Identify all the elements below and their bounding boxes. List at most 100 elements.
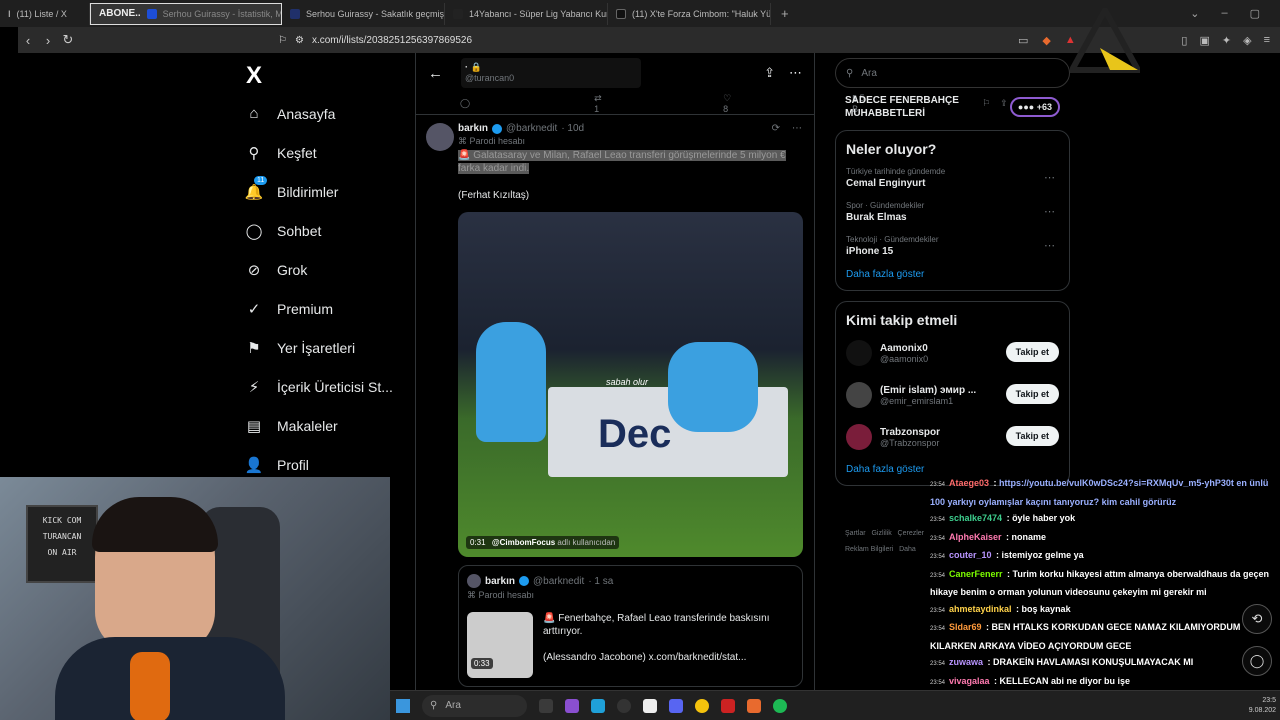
nav-item-premium[interactable]: ✓ Premium	[240, 289, 410, 328]
follow-button[interactable]: Takip et	[1005, 384, 1059, 404]
site-info-icon[interactable]: ⚙	[295, 35, 304, 46]
chat-username[interactable]: CanerFenerr	[949, 569, 1003, 579]
chat-username[interactable]: zuwawa	[949, 657, 983, 667]
quoted-tweet[interactable]: barkın @barknedit · 1 sa ⌘ Parodi hesabı…	[458, 565, 803, 687]
chat-username[interactable]: couter_10	[949, 550, 992, 560]
bookmark-icon[interactable]: ⚐	[278, 35, 287, 46]
follow-suggestion[interactable]: (Emir islam) эмир ... @emir_emirslam1 Tak…	[846, 380, 1059, 410]
retweet-button[interactable]: ⇄ 1	[594, 93, 661, 114]
follow-button[interactable]: Takip et	[1005, 426, 1059, 446]
tab-list-icon[interactable]: ⌄	[1190, 7, 1199, 20]
author-name[interactable]: barkın	[458, 123, 488, 134]
chat-message: 23:54 CanerFenerr : Turim korku hikayesi …	[930, 566, 1280, 601]
nav-item-notifications[interactable]: 🔔 11 Bildirimler	[240, 172, 410, 211]
chat-username[interactable]: ahmetaydinkal	[949, 604, 1012, 614]
browser-tab[interactable]: (11) X'te Forza Cimbom: "Haluk Yürek	[608, 2, 771, 25]
nav-label: Keşfet	[277, 144, 317, 161]
tweet-video[interactable]: Dec sabah olur 0:31 @CimbomFocus adlı ku…	[458, 212, 803, 557]
obs-icon[interactable]	[617, 698, 631, 713]
chat-username[interactable]: vivagalaa	[949, 676, 990, 686]
follow-suggestion[interactable]: Aamonix0 @aamonix0 Takip et	[846, 338, 1059, 368]
new-tab-button[interactable]: +	[781, 6, 789, 21]
nav-item-articles[interactable]: ▤ Makaleler	[240, 406, 410, 445]
messages-float-button[interactable]: ◯	[1242, 646, 1272, 676]
spotify-icon[interactable]	[773, 698, 787, 713]
browser-tab[interactable]: 14Yabancı - Süper Lig Yabancı Kuralı	[445, 2, 608, 25]
nav-item-messages[interactable]: ◯ Sohbet	[240, 211, 410, 250]
minimize-icon[interactable]: –	[1221, 7, 1227, 20]
trend-item[interactable]: Türkiye tarihinde gündemde Cemal Enginyur…	[846, 167, 1059, 189]
nav-item-creator-studio[interactable]: ⚡ İçerik Üreticisi St...	[240, 367, 410, 406]
show-more-link[interactable]: Daha fazla göster	[846, 464, 1059, 475]
maximize-icon[interactable]: ▢	[1250, 7, 1260, 20]
nav-item-bookmarks[interactable]: ⚑ Yer İşaretleri	[240, 328, 410, 367]
more-icon[interactable]: ⋯	[1044, 205, 1055, 218]
reply-button[interactable]: ◯	[460, 98, 532, 109]
chat-username[interactable]: AlpheKaiser	[949, 532, 1002, 542]
search-box[interactable]: ⚲ Ara	[835, 58, 1070, 88]
trend-item[interactable]: Teknoloji · Gündemdekiler iPhone 15 ⋯	[846, 235, 1059, 257]
chat-username[interactable]: Sldar69	[949, 622, 982, 632]
menu-icon[interactable]: ≡	[1264, 34, 1270, 47]
trend-item[interactable]: Spor · Gündemdekiler Burak Elmas ⋯	[846, 201, 1059, 223]
follow-suggestion[interactable]: Trabzonspor @Trabzonspor Takip et	[846, 422, 1059, 452]
avatar[interactable]	[846, 382, 872, 408]
browser-tab[interactable]: Serhou Guirassy - Sakatlık geçmişi | T	[282, 2, 445, 25]
cast-icon[interactable]: ▭	[1018, 34, 1028, 47]
tweet-time[interactable]: · 10d	[561, 123, 584, 134]
avatar[interactable]	[846, 424, 872, 450]
url-field[interactable]: ⚐ ⚙ x.com/i/lists/2038251256397869526	[108, 30, 868, 50]
windows-start-icon[interactable]	[396, 698, 410, 713]
reload-icon[interactable]: ↻	[58, 32, 78, 48]
discord-icon[interactable]	[669, 698, 683, 713]
more-icon[interactable]: ⋯	[789, 65, 802, 81]
footer-link[interactable]: Daha	[899, 546, 916, 553]
more-icon[interactable]: ⋯	[1044, 239, 1055, 252]
app-icon[interactable]	[721, 698, 735, 713]
taskview-icon[interactable]	[539, 698, 553, 713]
nav-item-home[interactable]: ⌂ Anasayfa	[240, 94, 410, 133]
show-more-link[interactable]: Daha fazla göster	[846, 269, 1059, 280]
taskbar-search[interactable]: ⚲ Ara	[422, 694, 527, 717]
like-button[interactable]: ♡ 8	[723, 93, 790, 114]
browser-tab[interactable]: I (11) Liste / X	[0, 2, 90, 25]
nav-label: Anasayfa	[277, 105, 336, 122]
vpn-icon[interactable]: ◈	[1243, 34, 1251, 47]
footer-link[interactable]: Çerezler	[898, 530, 924, 537]
back-arrow-icon[interactable]: ←	[428, 65, 443, 82]
share-icon[interactable]: ⇪	[764, 65, 775, 81]
edge-icon[interactable]	[591, 698, 605, 713]
promo-count-pill[interactable]: ●●● +63	[1009, 97, 1060, 117]
nav-item-grok[interactable]: ⊘ Grok	[240, 250, 410, 289]
chat-username[interactable]: Ataege03	[949, 478, 989, 488]
promo-list[interactable]: SADECE FENERBAHÇE MUHABBETLERİ ●●● +63	[835, 94, 1070, 120]
brave-icon[interactable]	[747, 698, 761, 713]
avatar[interactable]	[846, 340, 872, 366]
grok-icon[interactable]: ⟳	[772, 123, 780, 134]
extensions-icon[interactable]: ✦	[1222, 34, 1231, 47]
brave-shield-icon[interactable]: ◆	[1042, 34, 1050, 47]
browser-tab-active[interactable]: ABONE.. Serhou Guirassy - İstatistik, Ma…	[90, 2, 282, 25]
grok-float-button[interactable]: ⟲	[1242, 604, 1272, 634]
avatar[interactable]	[426, 123, 454, 151]
follow-button[interactable]: Takip et	[1005, 342, 1059, 362]
footer-link[interactable]: Reklam Bilgileri	[845, 546, 893, 553]
more-icon[interactable]: ⋯	[792, 123, 802, 134]
footer-link[interactable]: Şartlar	[845, 530, 866, 537]
more-icon[interactable]: ⋯	[1044, 171, 1055, 184]
store-icon[interactable]	[565, 698, 579, 713]
chrome-icon[interactable]	[695, 698, 709, 713]
video-credit[interactable]: @CimbomFocus	[492, 538, 555, 547]
x-logo[interactable]: X	[240, 58, 410, 94]
back-icon[interactable]: ‹	[18, 33, 38, 48]
tweet[interactable]: barkın @barknedit · 10d ⟳ ⋯ ⌘ Parodi hesa…	[416, 115, 814, 687]
chat-username[interactable]: schalke7474	[949, 513, 1002, 523]
sidebar-icon[interactable]: ▯	[1181, 34, 1187, 47]
author-handle[interactable]: @barknedit	[506, 123, 557, 134]
app-icon[interactable]	[643, 698, 657, 713]
system-tray-clock[interactable]: 23:5 9.08.202	[1249, 696, 1280, 716]
wallet-icon[interactable]: ▣	[1199, 34, 1209, 47]
footer-link[interactable]: Gizlilik	[871, 530, 891, 537]
nav-item-explore[interactable]: ⚲ Keşfet	[240, 133, 410, 172]
forward-icon[interactable]: ›	[38, 33, 58, 48]
